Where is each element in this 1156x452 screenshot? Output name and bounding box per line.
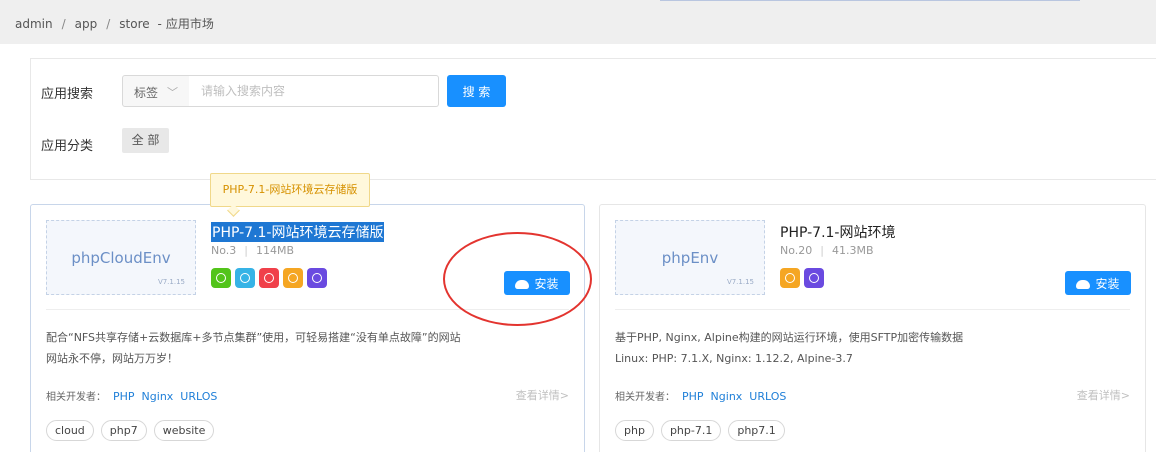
tag[interactable]: cloud — [46, 420, 94, 441]
transfer-icon — [211, 268, 231, 288]
install-button[interactable]: 安装 — [1065, 271, 1131, 295]
view-details-link[interactable]: 查看详情> — [1077, 387, 1130, 403]
category-label: 应用分类 — [41, 139, 94, 154]
tag-select-value: 标签 — [134, 86, 159, 100]
breadcrumb-app[interactable]: app — [75, 17, 98, 31]
image-icon — [780, 268, 800, 288]
tag[interactable]: php7.1 — [728, 420, 785, 441]
developer-link[interactable]: Nginx — [711, 390, 743, 403]
app-number: No.3 — [211, 244, 237, 257]
app-meta: No.20 | 41.3MB — [780, 244, 874, 257]
developer-link[interactable]: PHP — [113, 390, 135, 403]
breadcrumb: admin / app / store - 应用市场 — [15, 17, 214, 31]
power-icon — [804, 268, 824, 288]
developers-row: 相关开发者： PHP Nginx URLOS — [615, 390, 787, 403]
tag[interactable]: php-7.1 — [660, 420, 722, 441]
app-thumbnail[interactable]: phpEnv V7.1.15 — [615, 220, 765, 295]
cluster-icon — [235, 268, 255, 288]
cloud-db-icon — [259, 268, 279, 288]
chevron-down-icon: ﹀ — [167, 86, 178, 99]
category-all[interactable]: 全 部 — [122, 128, 169, 153]
app-description: 配合“NFS共享存储+云数据库+多节点集群”使用，可轻易搭建“没有单点故障”的网… — [46, 331, 461, 365]
app-description: 基于PHP, Nginx, Alpine构建的网站运行环境，使用SFTP加密传输… — [615, 331, 964, 365]
app-card-php-env: phpEnv V7.1.15 PHP-7.1-网站环境 No.20 | 41.3MB… — [599, 204, 1146, 452]
view-details-link[interactable]: 查看详情> — [516, 387, 569, 403]
app-meta: No.3 | 114MB — [211, 244, 295, 257]
title-tooltip: PHP-7.1-网站环境云存储版 — [210, 173, 370, 207]
app-number: No.20 — [780, 244, 813, 257]
app-size: 114MB — [255, 244, 295, 257]
developer-link[interactable]: URLOS — [749, 390, 786, 403]
image-icon — [283, 268, 303, 288]
power-icon — [307, 268, 327, 288]
tag-select[interactable]: 标签 ﹀ — [122, 75, 190, 107]
thumbnail-name: phpEnv — [661, 249, 719, 267]
developers-row: 相关开发者： PHP Nginx URLOS — [46, 390, 218, 403]
developer-link[interactable]: Nginx — [142, 390, 174, 403]
app-thumbnail[interactable]: phpCloudEnv V7.1.15 — [46, 220, 196, 295]
search-input[interactable] — [189, 75, 439, 107]
feature-icons — [780, 268, 824, 288]
breadcrumb-store[interactable]: store — [119, 17, 149, 31]
thumbnail-version: V7.1.15 — [157, 278, 185, 286]
app-title[interactable]: PHP-7.1-网站环境云存储版 — [211, 222, 385, 242]
breadcrumb-page: 应用市场 — [165, 17, 214, 31]
thumbnail-name: phpCloudEnv — [71, 249, 171, 267]
developer-link[interactable]: URLOS — [180, 390, 217, 403]
cloud-upload-icon — [1076, 279, 1091, 289]
thumbnail-version: V7.1.15 — [726, 278, 754, 286]
app-size: 41.3MB — [831, 244, 874, 257]
tag-list: cloud php7 website — [46, 420, 215, 441]
annotation-circle — [443, 232, 592, 326]
tag[interactable]: php7 — [100, 420, 147, 441]
search-button[interactable]: 搜 索 — [447, 75, 506, 107]
breadcrumb-admin[interactable]: admin — [15, 17, 53, 31]
developer-link[interactable]: PHP — [682, 390, 704, 403]
feature-icons — [211, 268, 327, 288]
tag-list: php php-7.1 php7.1 — [615, 420, 785, 441]
tag[interactable]: website — [153, 420, 215, 441]
tag[interactable]: php — [615, 420, 654, 441]
search-label: 应用搜索 — [41, 87, 94, 102]
card-divider — [615, 309, 1130, 310]
app-title[interactable]: PHP-7.1-网站环境 — [780, 222, 895, 242]
